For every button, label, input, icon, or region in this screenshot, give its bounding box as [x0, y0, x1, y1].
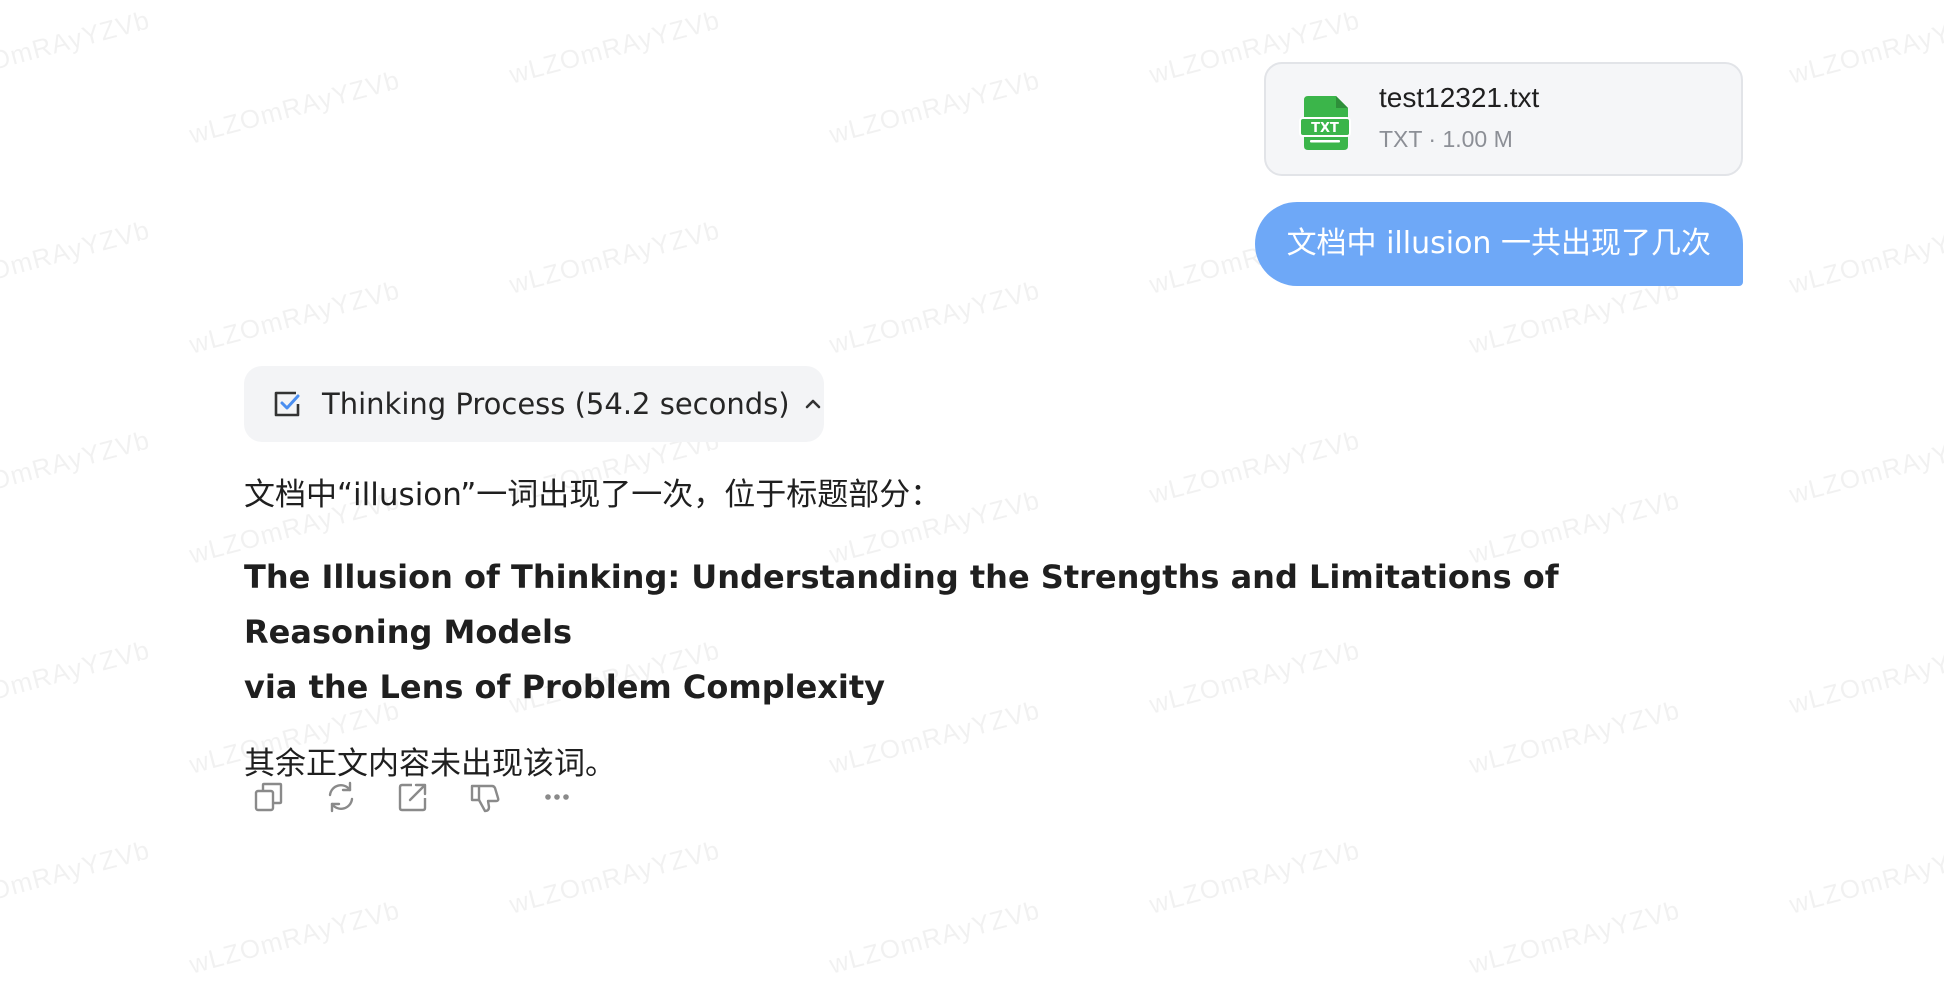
dislike-button[interactable]	[468, 780, 502, 814]
watermark-text: wLZOmRAyYZVb	[185, 64, 404, 150]
watermark-text: wLZOmRAyYZVb	[505, 4, 724, 90]
refresh-icon	[328, 781, 354, 813]
watermark-text: wLZOmRAyYZVb	[825, 64, 1044, 150]
answer-bold-title: The Illusion of Thinking: Understanding …	[244, 550, 1724, 715]
thinking-process-label: Thinking Process (54.2 seconds)	[322, 387, 790, 421]
message-actions	[252, 780, 574, 814]
watermark-text: wLZOmRAyYZVb	[825, 894, 1044, 980]
watermark-text: wLZOmRAyYZVb	[505, 214, 724, 300]
copy-button[interactable]	[252, 780, 286, 814]
watermark-text: wLZOmRAyYZVb	[1785, 214, 1944, 300]
watermark-text: wLZOmRAyYZVb	[1785, 4, 1944, 90]
watermark-text: wLZOmRAyYZVb	[0, 634, 154, 720]
share-icon	[398, 783, 427, 812]
watermark-text: wLZOmRAyYZVb	[1465, 274, 1684, 360]
share-button[interactable]	[396, 780, 430, 814]
txt-file-icon: TXT	[1299, 96, 1351, 150]
watermark-text: wLZOmRAyYZVb	[185, 274, 404, 360]
watermark-text: wLZOmRAyYZVb	[0, 834, 154, 920]
title-line-2: via the Lens of Problem Complexity	[244, 668, 886, 706]
answer-intro: 文档中“illusion”一词出现了一次，位于标题部分：	[244, 477, 942, 513]
thumbs-down-icon	[470, 784, 500, 813]
user-message-bubble: 文档中 illusion 一共出现了几次	[1254, 202, 1743, 286]
title-line-1: The Illusion of Thinking: Understanding …	[244, 558, 1559, 651]
watermark-text: wLZOmRAyYZVb	[505, 834, 724, 920]
watermark-text: wLZOmRAyYZVb	[1785, 834, 1944, 920]
more-icon	[545, 794, 569, 800]
watermark-text: wLZOmRAyYZVb	[0, 424, 154, 510]
watermark-text: wLZOmRAyYZVb	[1465, 894, 1684, 980]
svg-text:TXT: TXT	[1311, 121, 1339, 136]
copy-icon	[254, 782, 283, 812]
file-attachment-card[interactable]: TXT test12321.txt TXT · 1.00 M	[1264, 62, 1743, 176]
watermark-text: wLZOmRAyYZVb	[1785, 634, 1944, 720]
watermark-text: wLZOmRAyYZVb	[0, 4, 154, 90]
chevron-up-icon	[805, 399, 820, 409]
regenerate-button[interactable]	[324, 780, 358, 814]
more-button[interactable]	[540, 780, 574, 814]
assistant-answer: 文档中“illusion”一词出现了一次，位于标题部分： The Illusio…	[244, 470, 1744, 789]
file-name: test12321.txt	[1379, 82, 1540, 113]
checklist-icon	[274, 391, 300, 417]
file-meta: TXT · 1.00 M	[1379, 126, 1513, 152]
watermark-text: wLZOmRAyYZVb	[185, 894, 404, 980]
watermark-text: wLZOmRAyYZVb	[1785, 424, 1944, 510]
watermark-text: wLZOmRAyYZVb	[0, 214, 154, 300]
watermark-text: wLZOmRAyYZVb	[1145, 834, 1364, 920]
watermark-text: wLZOmRAyYZVb	[825, 274, 1044, 360]
chat-page: wLZOmRAyYZVb wLZOmRAyYZVb wLZOmRAyYZVb wLZO…	[0, 0, 1944, 1000]
thinking-process-toggle[interactable]: Thinking Process (54.2 seconds)	[244, 366, 824, 442]
